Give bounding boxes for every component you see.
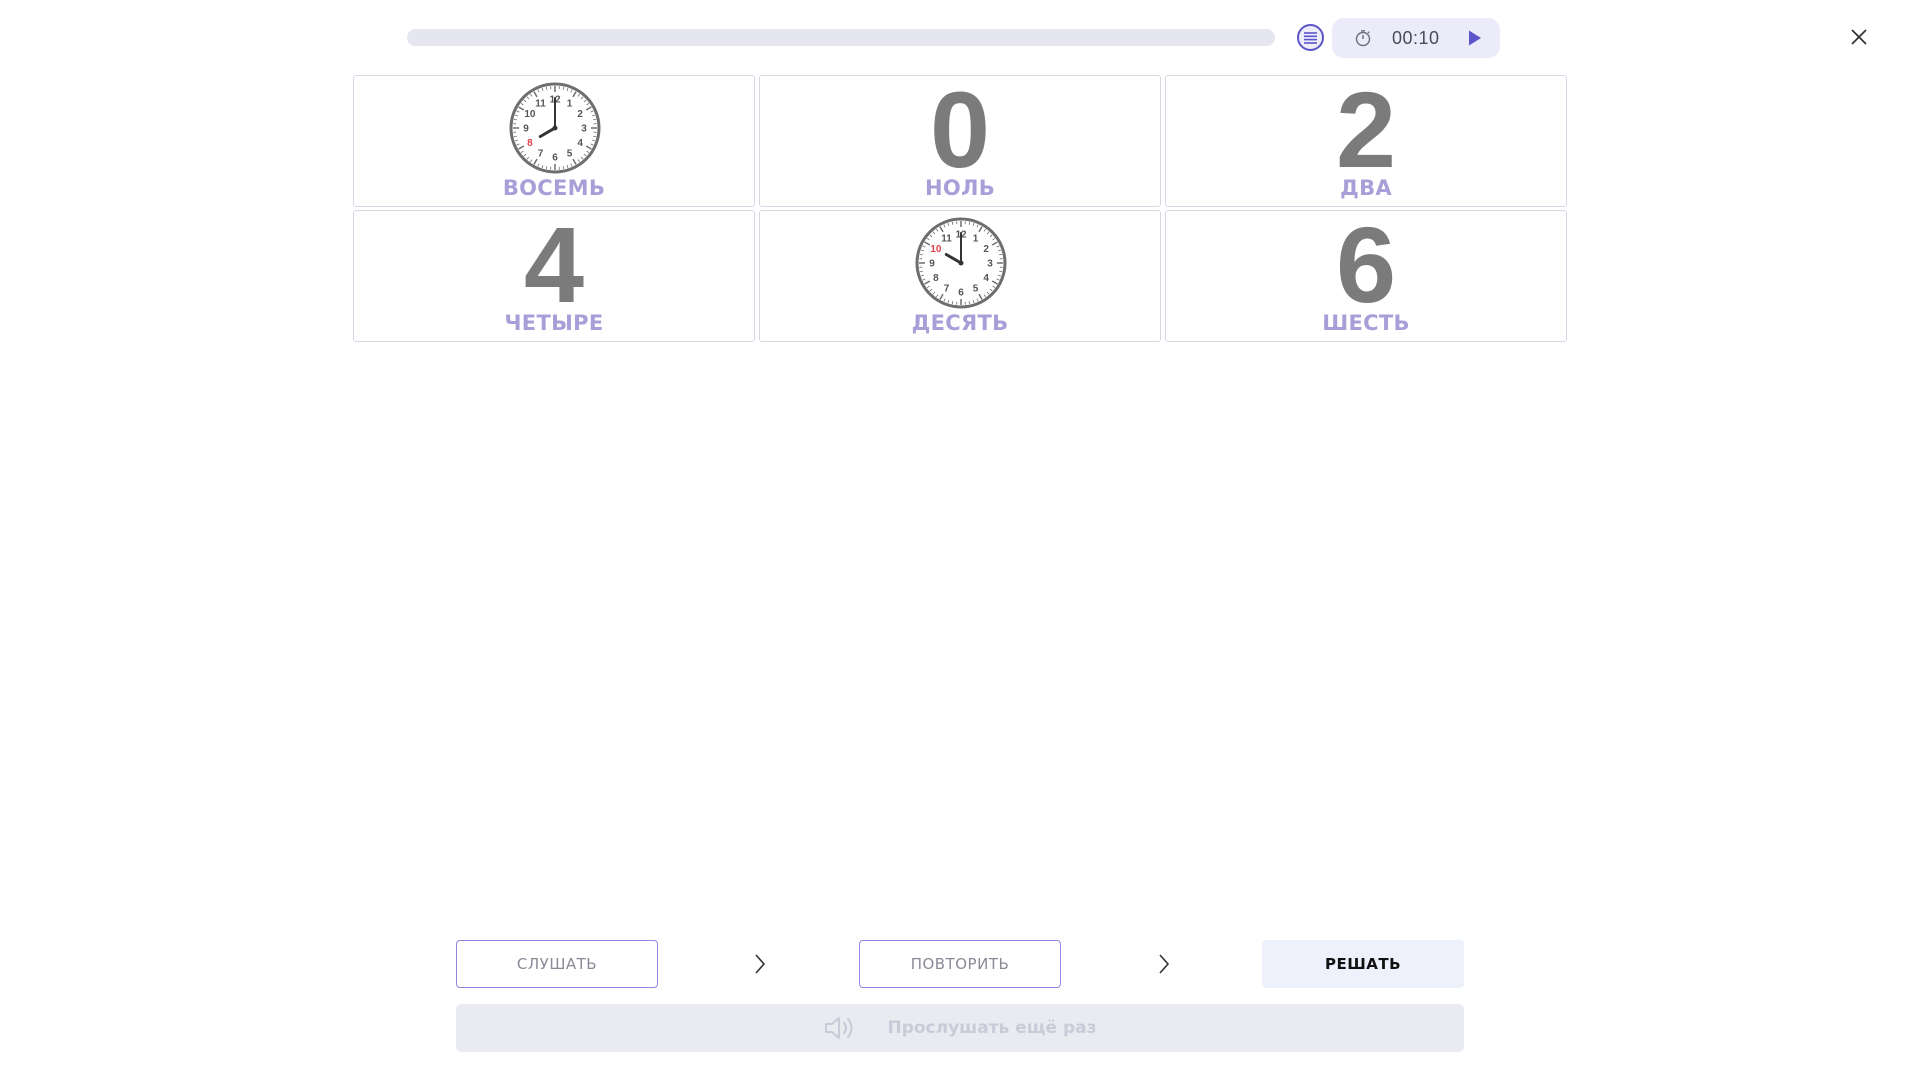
card-word: ДЕСЯТЬ <box>911 311 1009 335</box>
answer-card[interactable]: 2 ДВА <box>1165 75 1567 207</box>
timer: 00:10 <box>1332 18 1500 58</box>
repeat-button[interactable]: ПОВТОРИТЬ <box>859 940 1061 988</box>
list-icon[interactable] <box>1297 24 1324 51</box>
clock-numeral: 2 <box>983 244 989 255</box>
timer-value: 00:10 <box>1392 28 1440 48</box>
answer-grid: 123456789101112 ВОСЕМЬ 0 НОЛЬ 2 ДВА 4 ЧЕ… <box>353 75 1567 342</box>
clock-numeral: 3 <box>987 259 993 270</box>
clock-numeral: 11 <box>941 233 952 244</box>
chevron-right-icon <box>1159 954 1170 974</box>
card-digit: 2 <box>1335 69 1397 190</box>
clock-icon: 123456789101112 <box>509 82 601 174</box>
stopwatch-icon <box>1355 30 1371 47</box>
solve-button[interactable]: РЕШАТЬ <box>1262 940 1464 988</box>
clock-numeral: 10 <box>930 244 942 255</box>
clock-numeral: 1 <box>973 233 979 244</box>
top-bar: 00:10 <box>0 0 1920 70</box>
clock-numeral: 7 <box>944 284 950 295</box>
card-word: ВОСЕМЬ <box>502 176 606 200</box>
clock-numeral: 5 <box>973 284 979 295</box>
clock-numeral: 6 <box>958 288 964 299</box>
progress-bar <box>407 29 1275 46</box>
clock-numeral: 7 <box>538 149 544 160</box>
card-digit: 4 <box>523 204 585 325</box>
step-bar: СЛУШАТЬ ПОВТОРИТЬ РЕШАТЬ <box>456 940 1464 988</box>
clock-numeral: 4 <box>577 138 583 149</box>
listen-again-button[interactable]: Прослушать ещё раз <box>456 1004 1464 1052</box>
clock-numeral: 10 <box>524 109 536 120</box>
speaker-icon <box>825 1017 853 1039</box>
clock-numeral: 2 <box>577 109 583 120</box>
chevron-right-icon <box>755 954 766 974</box>
card-word: ЧЕТЫРЕ <box>504 311 604 335</box>
clock-numeral: 3 <box>581 124 587 135</box>
listen-again-label: Прослушать ещё раз <box>887 1018 1097 1038</box>
clock-icon: 123456789101112 <box>915 217 1007 309</box>
card-digit: 0 <box>929 69 991 190</box>
clock-numeral: 4 <box>983 273 989 284</box>
card-word: ШЕСТЬ <box>1322 311 1410 335</box>
close-icon[interactable] <box>1844 22 1874 52</box>
clock-numeral: 5 <box>567 149 573 160</box>
clock-numeral: 9 <box>523 124 529 135</box>
clock-numeral: 11 <box>535 98 546 109</box>
answer-card[interactable]: 123456789101112 ВОСЕМЬ <box>353 75 755 207</box>
card-word: НОЛЬ <box>924 176 996 200</box>
clock-numeral: 1 <box>567 98 573 109</box>
card-digit: 6 <box>1335 204 1397 325</box>
answer-card[interactable]: 0 НОЛЬ <box>759 75 1161 207</box>
card-word: ДВА <box>1340 176 1392 200</box>
answer-card[interactable]: 4 ЧЕТЫРЕ <box>353 210 755 342</box>
answer-card[interactable]: 6 ШЕСТЬ <box>1165 210 1567 342</box>
answer-card[interactable]: 123456789101112 ДЕСЯТЬ <box>759 210 1161 342</box>
listen-button[interactable]: СЛУШАТЬ <box>456 940 658 988</box>
clock-numeral: 8 <box>933 273 939 284</box>
clock-numeral: 8 <box>527 138 533 149</box>
clock-numeral: 6 <box>552 153 558 164</box>
play-icon[interactable] <box>1462 26 1486 50</box>
clock-numeral: 9 <box>929 259 935 270</box>
